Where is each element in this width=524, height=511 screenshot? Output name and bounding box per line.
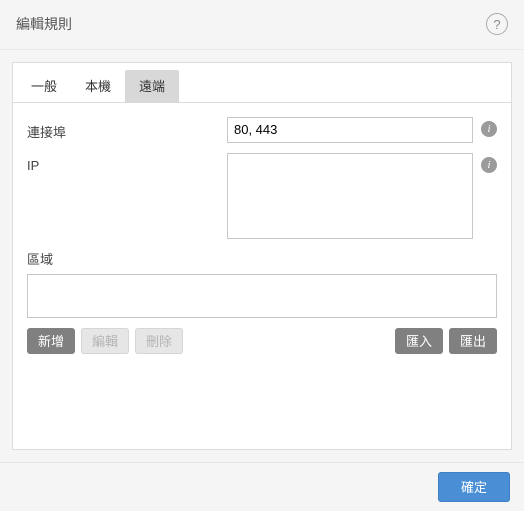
zone-button-row: 新增 編輯 刪除 匯入 匯出 — [13, 318, 511, 354]
titlebar: 編輯規則 ? — [0, 0, 524, 50]
form-body: 連接埠 i IP i — [13, 103, 511, 239]
delete-button: 刪除 — [135, 328, 183, 354]
info-icon[interactable]: i — [481, 157, 497, 173]
add-button[interactable]: 新增 — [27, 328, 75, 354]
dialog-title: 編輯規則 — [16, 14, 72, 34]
help-icon[interactable]: ? — [486, 13, 508, 35]
port-input[interactable] — [227, 117, 473, 143]
tab-remote[interactable]: 遠端 — [125, 70, 179, 103]
tab-local[interactable]: 本機 — [71, 70, 125, 103]
tab-panel: 一般 本機 遠端 連接埠 i IP i — [12, 62, 512, 450]
label-ip: IP — [27, 153, 227, 173]
edit-button: 編輯 — [81, 328, 129, 354]
label-port: 連接埠 — [27, 117, 227, 141]
edit-rule-dialog: 編輯規則 ? 一般 本機 遠端 連接埠 i IP — [0, 0, 524, 511]
tab-general[interactable]: 一般 — [17, 70, 71, 103]
ip-input[interactable] — [227, 153, 473, 239]
tab-strip: 一般 本機 遠端 — [13, 63, 511, 103]
zone-listbox[interactable] — [27, 274, 497, 318]
info-icon[interactable]: i — [481, 121, 497, 137]
ok-button[interactable]: 確定 — [438, 472, 510, 502]
row-port: 連接埠 i — [27, 117, 497, 143]
import-button[interactable]: 匯入 — [395, 328, 443, 354]
export-button[interactable]: 匯出 — [449, 328, 497, 354]
label-zone: 區域 — [13, 249, 511, 268]
dialog-footer: 確定 — [0, 462, 524, 511]
content-area: 一般 本機 遠端 連接埠 i IP i — [0, 50, 524, 462]
row-ip: IP i — [27, 153, 497, 239]
